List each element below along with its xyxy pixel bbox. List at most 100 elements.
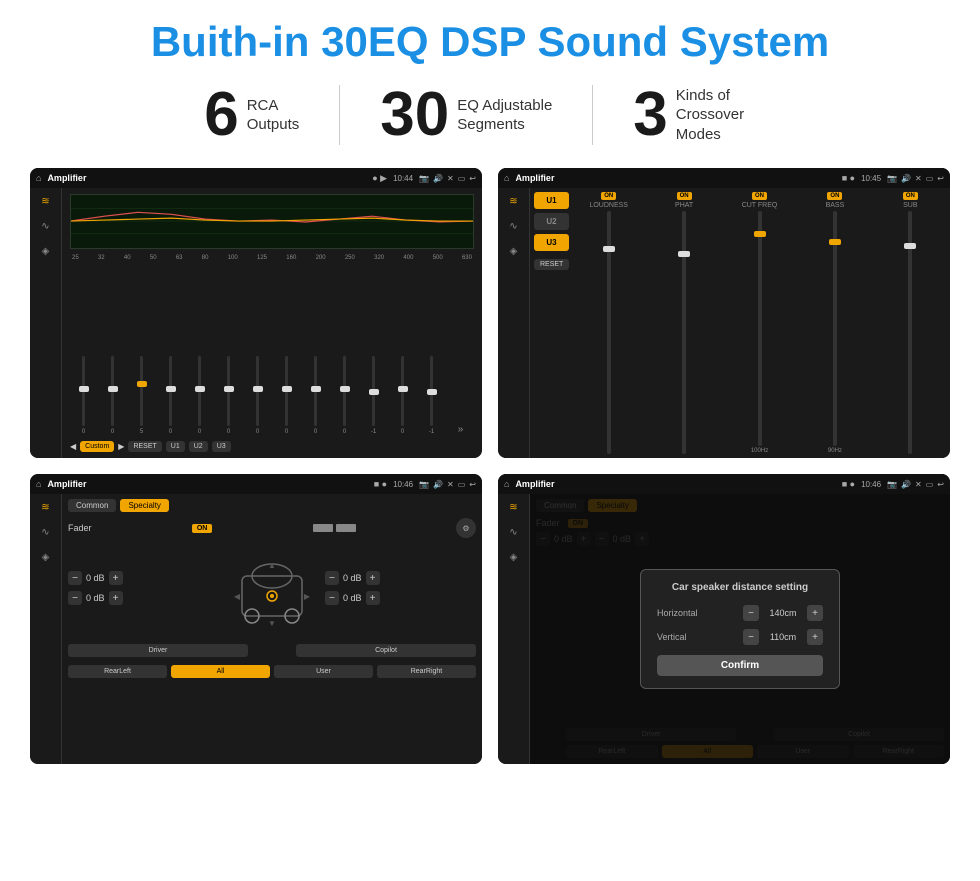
sub-slider[interactable]: [908, 211, 912, 454]
eq-preset-custom[interactable]: Custom: [80, 441, 114, 452]
btn-rearright[interactable]: RearRight: [377, 665, 476, 678]
db-plus-1[interactable]: +: [109, 591, 123, 605]
loudness-slider[interactable]: [607, 211, 611, 454]
horizontal-minus-btn[interactable]: −: [743, 605, 759, 621]
cam-icon-2: 📷: [887, 174, 897, 183]
fader-main: Common Specialty Fader ON ⚙: [62, 494, 482, 764]
bass-slider[interactable]: [833, 211, 837, 446]
db-plus-3[interactable]: +: [366, 591, 380, 605]
db-minus-1[interactable]: −: [68, 591, 82, 605]
cutfreq-slider[interactable]: [758, 211, 762, 446]
on-badge-phat: ON: [677, 192, 692, 200]
next-btn[interactable]: ▶: [118, 442, 124, 451]
eq-slider-7: 0: [273, 356, 300, 435]
db-minus-3[interactable]: −: [325, 591, 339, 605]
horizontal-plus-btn[interactable]: +: [807, 605, 823, 621]
sidebar-speaker-icon-4[interactable]: ◈: [510, 552, 518, 563]
sidebar-eq-icon-3[interactable]: ≋: [41, 502, 49, 513]
eq-slider-8: 0: [302, 356, 329, 435]
btn-rearleft[interactable]: RearLeft: [68, 665, 167, 678]
fader-controls-left: − 0 dB + − 0 dB +: [68, 571, 219, 611]
stat-crossover: 3 Kinds ofCrossover Modes: [593, 84, 815, 146]
stat-eq-number: 30: [380, 84, 449, 146]
fader-main-content: − 0 dB + − 0 dB +: [68, 546, 476, 636]
channel-label-sub: SUB: [903, 202, 917, 209]
topbar-4: ⌂ Amplifier ■ ● 10:46 📷 🔊 ✕ ▭ ↩: [498, 474, 950, 494]
tab-specialty[interactable]: Specialty: [120, 499, 168, 512]
topbar-1-icons: 📷 🔊 ✕ ▭ ↩: [419, 174, 476, 183]
vol-icon-3: 🔊: [433, 480, 443, 489]
sidebar-speaker-icon-2[interactable]: ◈: [510, 246, 518, 257]
topbar-1-time: 10:44: [393, 174, 413, 183]
on-badge-loudness: ON: [601, 192, 616, 200]
topbar-4-icons: 📷 🔊 ✕ ▭ ↩: [887, 480, 944, 489]
vertical-plus-btn[interactable]: +: [807, 629, 823, 645]
fader-on-btn[interactable]: ON: [192, 524, 213, 533]
btn-user[interactable]: User: [274, 665, 373, 678]
btn-all[interactable]: All: [171, 665, 270, 678]
home-icon-3: ⌂: [36, 479, 41, 489]
on-badge-cutfreq: ON: [752, 192, 767, 200]
u2-btn[interactable]: U2: [534, 213, 569, 230]
stat-eq-label: EQ AdjustableSegments: [457, 96, 552, 135]
sidebar-4: ≋ ∿ ◈: [498, 494, 530, 764]
back-icon-3: ↩: [469, 480, 476, 489]
reset-btn-2[interactable]: RESET: [534, 259, 569, 270]
eq-btn-u1[interactable]: U1: [166, 441, 185, 452]
channel-label-phat: PHAT: [675, 202, 693, 209]
car-svg: ▲ ▼ ◀ ▶: [227, 546, 317, 636]
dialog-box: Car speaker distance setting Horizontal …: [640, 569, 840, 689]
topbar-1: ⌂ Amplifier ● ▶ 10:44 📷 🔊 ✕ ▭ ↩: [30, 168, 482, 188]
eq-freq-labels: 253240506380100125160200250320400500630: [70, 255, 474, 261]
topbar-3-title: Amplifier: [47, 479, 367, 489]
vertical-minus-btn[interactable]: −: [743, 629, 759, 645]
phat-slider[interactable]: [682, 211, 686, 454]
stat-crossover-number: 3: [633, 84, 667, 146]
back-icon-1: ↩: [469, 174, 476, 183]
cam-icon-3: 📷: [419, 480, 429, 489]
db-plus-2[interactable]: +: [366, 571, 380, 585]
sidebar-wave-icon-4[interactable]: ∿: [509, 527, 517, 538]
x-icon-1: ✕: [447, 174, 454, 183]
screen-dialog: ⌂ Amplifier ■ ● 10:46 📷 🔊 ✕ ▭ ↩ ≋ ∿ ◈: [498, 474, 950, 764]
db-val-2: 0 dB: [343, 573, 362, 583]
cam-icon-1: 📷: [419, 174, 429, 183]
u3-btn[interactable]: U3: [534, 234, 569, 251]
amp2-main: U1 U2 U3 RESET ON LOUDNESS: [530, 188, 950, 458]
sidebar-wave-icon-3[interactable]: ∿: [41, 527, 49, 538]
eq-btn-u2[interactable]: U2: [189, 441, 208, 452]
sidebar-speaker-icon[interactable]: ◈: [42, 246, 50, 257]
rect-icon-1: ▭: [458, 174, 466, 183]
u1-btn[interactable]: U1: [534, 192, 569, 209]
screen-2-content: ≋ ∿ ◈ U1 U2 U3 RESET ON LOU: [498, 188, 950, 458]
btn-copilot[interactable]: Copilot: [296, 644, 476, 657]
fader-header: Fader ON ⚙: [68, 518, 476, 538]
btn-driver[interactable]: Driver: [68, 644, 248, 657]
sidebar-speaker-icon-3[interactable]: ◈: [42, 552, 50, 563]
stat-rca-number: 6: [204, 84, 238, 146]
play-dot-1: ● ▶: [372, 173, 387, 184]
db-plus-0[interactable]: +: [109, 571, 123, 585]
sidebar-wave-icon[interactable]: ∿: [41, 221, 49, 232]
db-minus-2[interactable]: −: [325, 571, 339, 585]
eq-btn-reset[interactable]: RESET: [128, 441, 161, 452]
topbar-1-title: Amplifier: [47, 173, 366, 183]
sidebar-wave-icon-2[interactable]: ∿: [509, 221, 517, 232]
db-val-0: 0 dB: [86, 573, 105, 583]
sidebar-eq-icon[interactable]: ≋: [41, 196, 49, 207]
sidebar-2: ≋ ∿ ◈: [498, 188, 530, 458]
tab-common[interactable]: Common: [68, 499, 116, 512]
db-minus-0[interactable]: −: [68, 571, 82, 585]
channel-bass: ON BASS 90Hz: [799, 192, 870, 454]
prev-btn[interactable]: ◀: [70, 442, 76, 451]
cam-icon-4: 📷: [887, 480, 897, 489]
sidebar-eq-icon-2[interactable]: ≋: [509, 196, 517, 207]
screen-fader: ⌂ Amplifier ■ ● 10:46 📷 🔊 ✕ ▭ ↩ ≋ ∿ ◈: [30, 474, 482, 764]
screen-eq: ⌂ Amplifier ● ▶ 10:44 📷 🔊 ✕ ▭ ↩ ≋ ∿ ◈: [30, 168, 482, 458]
sidebar-eq-icon-4[interactable]: ≋: [509, 502, 517, 513]
settings-icon-3[interactable]: ⚙: [456, 518, 476, 538]
svg-text:▶: ▶: [304, 592, 311, 601]
eq-btn-u3[interactable]: U3: [212, 441, 231, 452]
home-icon-1: ⌂: [36, 173, 41, 183]
confirm-button[interactable]: Confirm: [657, 655, 823, 676]
